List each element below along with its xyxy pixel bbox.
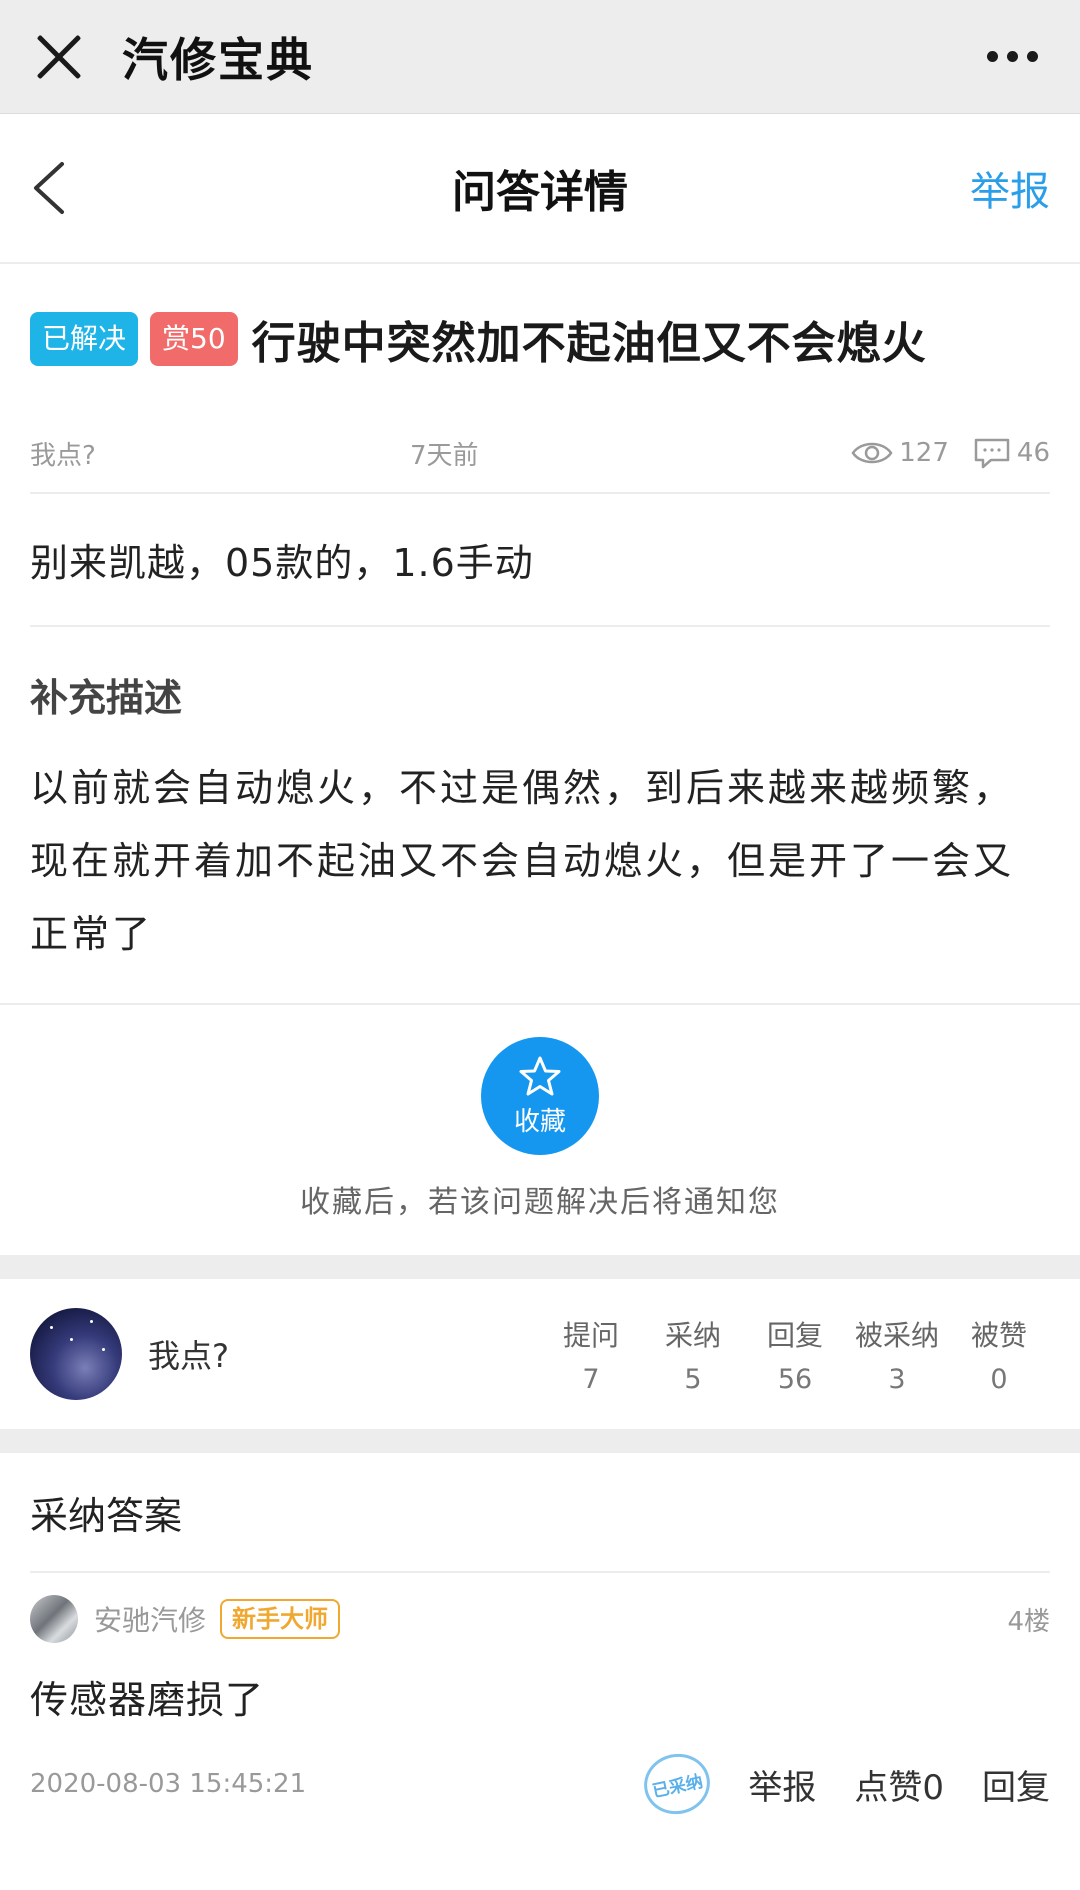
stat-value: 5 xyxy=(684,1363,702,1395)
stat-adopted: 采纳 5 xyxy=(642,1314,744,1395)
answer-item: 安驰汽修 新手大师 4楼 传感器磨损了 2020-08-03 15:45:21 … xyxy=(0,1571,1080,1844)
eye-icon xyxy=(851,442,893,464)
answer-time: 2020-08-03 15:45:21 xyxy=(30,1769,307,1799)
answer-reply-button[interactable]: 回复 xyxy=(982,1760,1050,1809)
stat-label: 回复 xyxy=(766,1318,823,1352)
accepted-answers-heading: 采纳答案 xyxy=(30,1493,183,1538)
asker-card[interactable]: 我点? 提问 7 采纳 5 回复 56 被采纳 3 被赞 0 xyxy=(0,1279,1080,1429)
answer-like-button[interactable]: 点赞0 xyxy=(854,1760,944,1809)
section-divider xyxy=(0,1255,1080,1279)
supplement-title: 补充描述 xyxy=(30,676,183,720)
favorite-button[interactable]: 收藏 xyxy=(481,1037,599,1155)
views-stat: 127 xyxy=(851,438,949,468)
back-icon[interactable] xyxy=(30,158,76,218)
wechat-page-title: 汽修宝典 xyxy=(122,32,314,87)
answerer-avatar[interactable] xyxy=(30,1595,78,1643)
comment-icon xyxy=(974,438,1010,469)
comments-count: 46 xyxy=(1016,438,1050,468)
question-title-row: 已解决 赏50 行驶中突然加不起油但又不会熄火 xyxy=(30,264,1050,414)
stat-questions: 提问 7 xyxy=(540,1314,642,1395)
avatar[interactable] xyxy=(30,1308,122,1400)
question-title: 行驶中突然加不起油但又不会熄火 xyxy=(251,318,927,369)
stat-label: 被赞 xyxy=(970,1318,1027,1352)
stat-value: 0 xyxy=(990,1363,1008,1395)
answerer-level-badge: 新手大师 xyxy=(220,1599,341,1639)
stat-label: 采纳 xyxy=(664,1318,721,1352)
views-count: 127 xyxy=(899,438,949,468)
answer-header: 安驰汽修 新手大师 4楼 xyxy=(30,1573,1050,1665)
stat-replies: 回复 56 xyxy=(744,1314,846,1395)
stat-value: 3 xyxy=(888,1363,906,1395)
comments-stat: 46 xyxy=(973,437,1050,469)
stat-likes: 被赞 0 xyxy=(948,1314,1050,1395)
favorite-section: 收藏 收藏后，若该问题解决后将通知您 xyxy=(0,1003,1080,1255)
answer-footer: 2020-08-03 15:45:21 已采纳 举报 点赞0 回复 xyxy=(30,1724,1050,1844)
stat-label: 被采纳 xyxy=(854,1318,939,1352)
wechat-top-bar: 汽修宝典 xyxy=(0,0,1080,114)
asker-stats: 提问 7 采纳 5 回复 56 被采纳 3 被赞 0 xyxy=(540,1314,1050,1395)
answerer-name[interactable]: 安驰汽修 xyxy=(94,1599,206,1639)
adopted-stamp: 已采纳 xyxy=(638,1747,716,1821)
section-divider xyxy=(0,1429,1080,1453)
answer-report-button[interactable]: 举报 xyxy=(748,1760,816,1809)
answer-floor: 4楼 xyxy=(1007,1606,1050,1637)
question-time: 7天前 xyxy=(410,440,479,471)
stat-value: 56 xyxy=(777,1363,813,1395)
question-meta: 我点? 7天前 127 46 xyxy=(30,414,1050,494)
stat-label: 提问 xyxy=(562,1318,619,1352)
supplement-body: 以前就会自动熄火，不过是偶然，到后来越来越频繁，现在就开着加不起油又不会自动熄火… xyxy=(30,766,1015,956)
star-icon xyxy=(519,1056,561,1095)
favorite-label: 收藏 xyxy=(513,1106,566,1137)
question-section: 已解决 赏50 行驶中突然加不起油但又不会熄火 我点? 7天前 127 46 别… xyxy=(0,264,1080,1003)
question-author[interactable]: 我点? xyxy=(30,435,410,472)
stat-value: 7 xyxy=(582,1363,600,1395)
stat-being-adopted: 被采纳 3 xyxy=(846,1314,948,1395)
reward-badge: 赏50 xyxy=(150,312,238,366)
favorite-tip: 收藏后，若该问题解决后将通知您 xyxy=(300,1185,780,1220)
close-icon[interactable] xyxy=(34,32,84,82)
asker-name: 我点? xyxy=(148,1337,229,1375)
more-options-icon[interactable] xyxy=(987,51,1038,62)
question-body: 别来凯越，05款的，1.6手动 xyxy=(30,494,1050,627)
page-header: 问答详情 举报 xyxy=(0,114,1080,264)
solved-badge: 已解决 xyxy=(30,312,139,366)
answer-text: 传感器磨损了 xyxy=(30,1678,265,1722)
report-button[interactable]: 举报 xyxy=(970,159,1050,217)
page-title: 问答详情 xyxy=(452,167,628,218)
